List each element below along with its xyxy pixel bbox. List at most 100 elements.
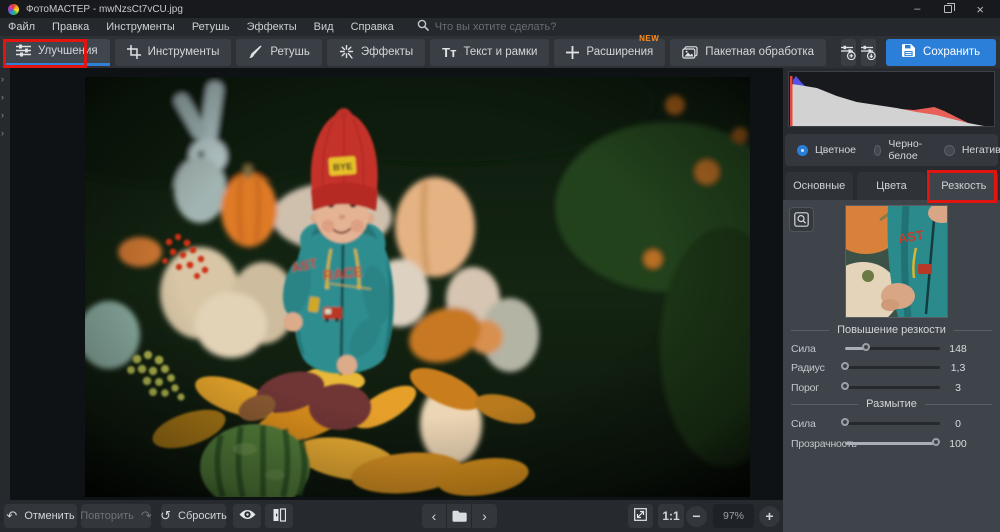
tab-label: Пакетная обработка bbox=[705, 46, 814, 58]
tab-enhancements[interactable]: Улучшения bbox=[4, 39, 110, 66]
undo-icon: ↶ bbox=[6, 510, 17, 523]
restore-button[interactable] bbox=[944, 5, 952, 13]
slider-row-strength: Сила 148 bbox=[783, 341, 1000, 357]
tab-label: Расширения bbox=[586, 46, 653, 58]
menu-file[interactable]: Файл bbox=[8, 21, 35, 33]
menu-tools[interactable]: Инструменты bbox=[106, 21, 175, 33]
redo-button[interactable]: Повторить ↷ bbox=[81, 504, 151, 528]
zoom-actual-size-button[interactable]: 1:1 bbox=[658, 504, 684, 528]
menu-edit[interactable]: Правка bbox=[52, 21, 89, 33]
tab-sharpness[interactable]: Резкость bbox=[930, 172, 998, 200]
reset-button[interactable]: ↺ Сбросить bbox=[161, 504, 226, 528]
before-after-button[interactable] bbox=[265, 504, 293, 528]
slider-knob[interactable] bbox=[841, 362, 849, 370]
photos-icon bbox=[682, 46, 698, 59]
expand-chevron-icon[interactable]: › bbox=[1, 75, 4, 84]
menu-retouch[interactable]: Ретушь bbox=[192, 21, 230, 33]
next-photo-button[interactable]: › bbox=[472, 504, 497, 528]
section-header-blur: Размытие bbox=[791, 397, 992, 411]
slider-label: Сила bbox=[791, 418, 816, 430]
photo-canvas[interactable]: AST RACE bbox=[10, 68, 783, 500]
left-collapse-strip: › › › › bbox=[0, 68, 10, 500]
undo-button[interactable]: ↶ Отменить bbox=[4, 504, 77, 528]
slider-track[interactable] bbox=[845, 442, 940, 445]
expand-icon bbox=[634, 508, 647, 524]
slider-track[interactable] bbox=[845, 366, 940, 369]
tab-text-frames[interactable]: Тт Текст и рамки bbox=[430, 39, 549, 66]
close-button[interactable]: × bbox=[976, 4, 984, 15]
compare-icon bbox=[273, 508, 286, 525]
slider-value: 3 bbox=[935, 382, 981, 394]
folder-button[interactable] bbox=[447, 504, 472, 528]
radio-dot-icon bbox=[944, 145, 955, 156]
tab-colors[interactable]: Цвета bbox=[857, 172, 925, 200]
tab-label: Инструменты bbox=[148, 46, 220, 58]
slider-track[interactable] bbox=[845, 386, 940, 389]
tab-effects[interactable]: Эффекты bbox=[327, 39, 425, 66]
radio-negative[interactable]: Негатив bbox=[944, 144, 1000, 156]
main-toolbar: Улучшения Инструменты Ретушь Эффекты Тт … bbox=[0, 36, 1000, 68]
slider-label: Порог bbox=[791, 382, 819, 394]
radio-dot-icon bbox=[874, 145, 881, 156]
save-icon bbox=[902, 44, 915, 60]
slider-knob[interactable] bbox=[932, 438, 940, 446]
add-preset-button[interactable] bbox=[841, 39, 856, 66]
slider-knob[interactable] bbox=[841, 418, 849, 426]
tab-label: Ретушь bbox=[270, 46, 310, 58]
slider-knob[interactable] bbox=[862, 343, 870, 351]
slider-knob[interactable] bbox=[841, 382, 849, 390]
tab-extensions[interactable]: NEW Расширения bbox=[554, 39, 665, 66]
magnifier-frame-icon bbox=[794, 212, 809, 227]
slider-track[interactable] bbox=[845, 347, 940, 350]
radio-dot-icon bbox=[797, 145, 808, 156]
reset-icon: ↺ bbox=[160, 510, 171, 523]
expand-chevron-icon[interactable]: › bbox=[1, 129, 4, 138]
zoom-out-button[interactable]: − bbox=[686, 506, 707, 527]
tab-tools[interactable]: Инструменты bbox=[115, 39, 232, 66]
menu-help[interactable]: Справка bbox=[351, 21, 394, 33]
settings-tabs: Основные Цвета Резкость bbox=[783, 172, 1000, 200]
bottom-bar: ↶ Отменить Повторить ↷ ↺ Сбросить ‹ › bbox=[0, 500, 783, 532]
previous-photo-button[interactable]: ‹ bbox=[422, 504, 447, 528]
tab-batch-processing[interactable]: Пакетная обработка bbox=[670, 39, 826, 66]
color-mode-row: Цветное Черно-белое Негатив bbox=[785, 134, 998, 166]
menu-bar: Файл Правка Инструменты Ретушь Эффекты В… bbox=[0, 18, 1000, 36]
slider-value: 1,3 bbox=[935, 362, 981, 374]
slider-value: 0 bbox=[935, 418, 981, 430]
tab-label: Эффекты bbox=[361, 46, 413, 58]
file-navigation: ‹ › bbox=[422, 504, 497, 528]
download-preset-button[interactable] bbox=[861, 39, 876, 66]
show-original-button[interactable] bbox=[233, 504, 261, 528]
slider-label: Сила bbox=[791, 343, 816, 355]
fit-to-screen-button[interactable] bbox=[628, 504, 653, 528]
sliders-icon bbox=[16, 44, 31, 57]
zoom-in-button[interactable]: + bbox=[759, 506, 780, 527]
new-badge: NEW bbox=[639, 34, 659, 43]
slider-value: 148 bbox=[935, 343, 981, 355]
search-input[interactable] bbox=[435, 21, 605, 33]
menu-effects[interactable]: Эффекты bbox=[247, 21, 297, 33]
radio-black-white[interactable]: Черно-белое bbox=[874, 138, 926, 162]
search-icon bbox=[417, 18, 429, 36]
save-button[interactable]: Сохранить bbox=[886, 39, 996, 66]
expand-chevron-icon[interactable]: › bbox=[1, 93, 4, 102]
expand-chevron-icon[interactable]: › bbox=[1, 111, 4, 120]
slider-track[interactable] bbox=[845, 422, 940, 425]
plus-icon bbox=[566, 46, 579, 59]
tab-retouch[interactable]: Ретушь bbox=[236, 39, 322, 66]
folder-icon bbox=[452, 510, 467, 522]
radio-color[interactable]: Цветное bbox=[797, 144, 856, 156]
tab-basic[interactable]: Основные bbox=[785, 172, 853, 200]
menu-view[interactable]: Вид bbox=[314, 21, 334, 33]
minimize-button[interactable]: – bbox=[914, 4, 920, 15]
slider-label: Радиус bbox=[791, 362, 825, 374]
tab-label: Текст и рамки bbox=[463, 46, 537, 58]
slider-value: 100 bbox=[935, 438, 981, 450]
sharpness-preview-thumbnail[interactable]: AST bbox=[845, 205, 948, 318]
right-panel: Цветное Черно-белое Негатив Основные Цве… bbox=[783, 68, 1000, 532]
slider-row-opacity: Прозрачность 100 bbox=[783, 436, 1000, 452]
sharpness-panel: AST Повышение резкости Сила 148 Радиус bbox=[783, 200, 1000, 532]
zoom-preview-button[interactable] bbox=[789, 207, 814, 232]
save-label: Сохранить bbox=[923, 46, 980, 58]
slider-row-threshold: Порог 3 bbox=[783, 380, 1000, 396]
